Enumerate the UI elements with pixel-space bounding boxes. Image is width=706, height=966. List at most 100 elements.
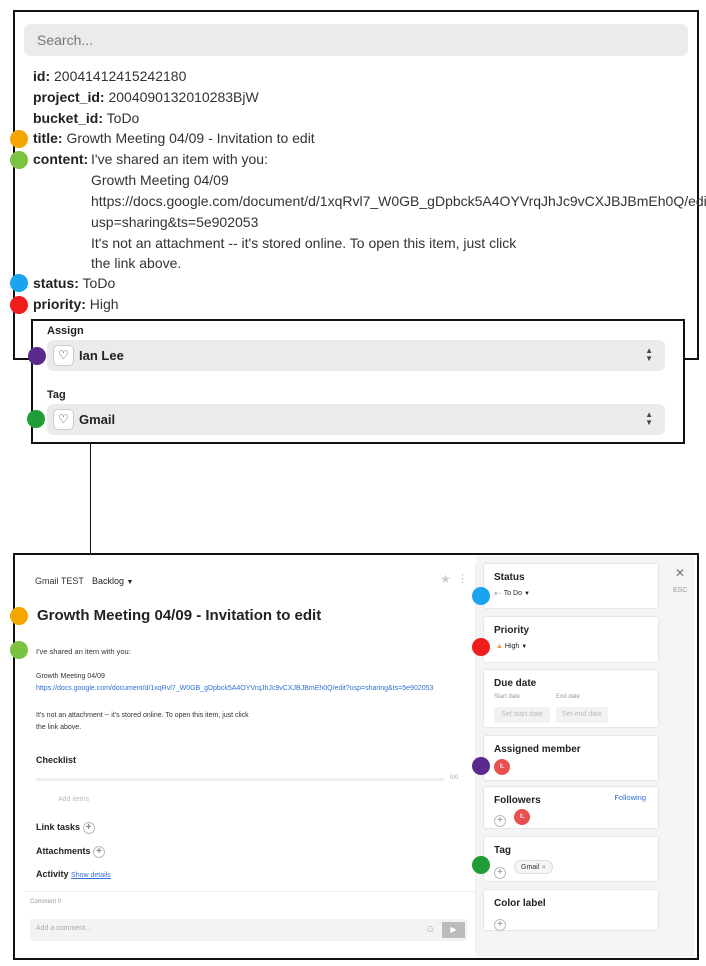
field-status: status: ToDo [33, 273, 115, 293]
project-id-label: project_id: [33, 89, 105, 105]
task-doc-link[interactable]: https://docs.google.com/document/d/1xqRv… [36, 685, 433, 692]
chevron-down-icon: ▼ [523, 591, 530, 597]
assign-marker-dot [472, 757, 490, 775]
show-details-link[interactable]: Show details [71, 872, 111, 879]
content-marker-dot [10, 641, 28, 659]
set-end-date-button[interactable]: Set end date [556, 707, 608, 723]
task-description-intro: I've shared an item with you: [36, 647, 131, 656]
send-icon[interactable]: ▶ [442, 922, 465, 938]
activity-row: Activity Show details [36, 869, 111, 879]
status-label: status: [33, 275, 79, 291]
bucket-dropdown[interactable]: Backlog ▼ [92, 576, 133, 586]
add-color-label-button[interactable]: + [494, 914, 506, 932]
title-marker-dot [10, 130, 28, 148]
end-date-label: End date [556, 694, 581, 700]
comment-placeholder: Add a comment... [36, 925, 91, 932]
following-toggle[interactable]: Following [614, 793, 646, 802]
field-id: id: 20041412415242180 [33, 66, 186, 86]
title-marker-dot [10, 607, 28, 625]
tag-chip-label: Gmail [521, 864, 540, 871]
status-card: Status ●◦◦ To Do ▼ [483, 563, 659, 609]
tag-marker-dot [472, 856, 490, 874]
start-date-label: Start date [494, 694, 521, 700]
status-marker-dot [10, 274, 28, 292]
plus-icon: + [494, 867, 506, 879]
checklist-count: 0/0 [450, 775, 459, 781]
esc-label: ESC [673, 587, 688, 594]
add-follower-button[interactable]: + [494, 810, 506, 828]
assign-value: Ian Lee [79, 348, 124, 363]
field-bucket-id: bucket_id: ToDo [33, 108, 139, 128]
assign-select[interactable]: ♡ Ian Lee ▲ ▼ [47, 340, 665, 371]
link-tasks-label: Link tasks [36, 822, 81, 832]
tag-card: Tag + Gmail ✕ [483, 836, 659, 882]
field-priority: priority: High [33, 294, 119, 314]
heart-logo-icon: ♡ [53, 409, 74, 430]
heart-logo-icon: ♡ [53, 345, 74, 366]
task-title[interactable]: Growth Meeting 04/09 - Invitation to edi… [37, 607, 321, 624]
color-label-card: Color label + [483, 889, 659, 931]
assigned-member-card: Assigned member IL [483, 735, 659, 781]
avatar[interactable]: IL [514, 809, 530, 825]
priority-marker-dot [10, 296, 28, 314]
task-doc-name: Growth Meeting 04/09 [36, 673, 105, 680]
field-project-id: project_id: 2004090132010283BjW [33, 87, 259, 107]
content-line: usp=sharing&ts=5e902053 [91, 214, 259, 230]
status-dropdown-label: To Do [503, 590, 523, 597]
id-label: id: [33, 68, 51, 84]
status-card-title: Status [494, 572, 525, 583]
tag-marker-dot [27, 410, 45, 428]
field-content: content: [33, 149, 88, 169]
search-input[interactable]: Search... [24, 24, 688, 56]
link-tasks-row[interactable]: Link tasks + [36, 822, 95, 834]
workspace-name[interactable]: Gmail TEST [35, 576, 84, 586]
more-menu-icon[interactable]: ⋮ [457, 572, 468, 585]
checklist-heading: Checklist [36, 755, 77, 765]
task-note-line: It's not an attachment -- it's stored on… [36, 712, 249, 719]
tag-label: Tag [47, 389, 66, 401]
project-id-value: 2004090132010283BjW [108, 89, 259, 105]
star-icon[interactable]: ★ [440, 572, 451, 586]
add-items-input[interactable]: Add items [58, 796, 89, 803]
priority-dropdown-label: High [504, 643, 520, 650]
id-value: 20041412415242180 [54, 68, 187, 84]
chevron-down-icon: ▼ [126, 579, 134, 586]
comment-input[interactable]: Add a comment... ☺ ▶ [30, 919, 467, 941]
attachments-label: Attachments [36, 846, 91, 856]
content-line: https://docs.google.com/document/d/1xqRv… [91, 193, 706, 209]
assigned-member-title: Assigned member [494, 744, 581, 755]
close-icon[interactable]: ✕ [675, 566, 685, 580]
due-date-card: Due date Start date End date Set start d… [483, 669, 659, 728]
avatar[interactable]: IL [494, 759, 510, 775]
select-arrows-icon: ▲ ▼ [645, 410, 653, 427]
content-label: content: [33, 151, 89, 167]
tag-chip[interactable]: Gmail ✕ [514, 860, 554, 874]
tag-value: Gmail [79, 412, 116, 427]
content-line: I've shared an item with you: [91, 151, 268, 167]
divider [24, 891, 476, 892]
priority-value: High [89, 296, 119, 312]
tag-select[interactable]: ♡ Gmail ▲ ▼ [47, 404, 665, 435]
plus-icon[interactable]: + [93, 846, 106, 858]
plus-icon: + [494, 815, 506, 827]
plus-icon: + [494, 919, 506, 931]
bucket-dropdown-label: Backlog [92, 576, 125, 586]
set-start-date-button[interactable]: Set start date [494, 707, 550, 723]
emoji-icon[interactable]: ☺ [425, 924, 435, 935]
priority-dropdown[interactable]: ▲ High ▼ [496, 643, 527, 650]
attachments-row[interactable]: Attachments + [36, 846, 106, 858]
remove-tag-icon[interactable]: ✕ [541, 865, 546, 871]
followers-title: Followers [494, 795, 541, 806]
add-tag-button[interactable]: + [494, 862, 506, 880]
status-dots-icon: ●◦◦ [494, 591, 502, 597]
priority-marker-dot [472, 638, 490, 656]
title-value: Growth Meeting 04/09 - Invitation to edi… [66, 130, 315, 146]
status-value: ToDo [82, 275, 116, 291]
content-line: It's not an attachment -- it's stored on… [91, 235, 517, 251]
status-dropdown[interactable]: ●◦◦ To Do ▼ [494, 590, 530, 597]
followers-card: Followers Following + IL [483, 786, 659, 829]
plus-icon[interactable]: + [82, 822, 95, 834]
tag-card-title: Tag [494, 845, 512, 856]
priority-flag-icon: ▲ [496, 643, 503, 650]
color-label-title: Color label [494, 898, 546, 909]
